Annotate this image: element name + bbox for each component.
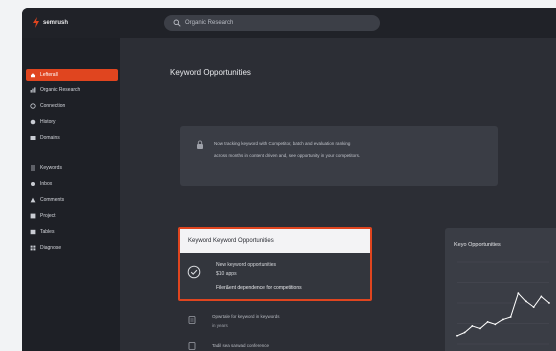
sidebar-item-comments[interactable]: Comments [26,194,118,206]
sidebar-item-label: Lefterall [40,72,58,78]
sidebar-item-label: Organic Research [40,87,81,93]
list-item-text: Tadil sea sarwad conference [212,343,270,348]
check-circle-icon [187,265,201,279]
chart-point [456,334,458,337]
line-chart [456,261,550,345]
main-content: Keyword Opportunities Now tracking keywo… [120,38,556,351]
home-icon [31,73,35,78]
chart-point [494,323,497,326]
globe-icon [30,136,36,140]
sidebar-item-label: Connection [40,103,66,109]
folder-icon [30,213,36,219]
sidebar-item-label: Inbox [40,181,53,187]
chart-point [479,327,481,330]
list-item-subtext: in years [212,323,228,328]
card-title: Keyword Keyword Opportunities [188,238,274,244]
logo-text: semrush [43,19,69,26]
key-icon [31,165,35,171]
chart-point [463,331,466,334]
chart-point [548,302,550,304]
link-icon [30,103,36,109]
chart-point [532,306,535,308]
inbox-icon [31,182,35,186]
chart-point [525,300,527,303]
sidebar-item-label: History [40,119,56,125]
sidebar-item-label: Project [40,213,56,219]
sidebar-item-keywords[interactable]: Keywords [26,162,118,174]
chart-point [540,295,543,298]
top-bar: semrush Organic Research [22,8,556,38]
document-icon [188,316,196,324]
app-window: semrush Organic Research Lefterall Organi… [22,8,556,351]
chart-point [502,318,504,321]
logo[interactable]: semrush [32,17,68,28]
sidebar-item-tables[interactable]: Tables [26,226,118,238]
card-text: $10 apps [216,271,237,277]
card-text: Filer&ent dependence for competitions [216,285,302,291]
chart-point [471,325,474,327]
chart-point [517,292,520,295]
page-title: Keyword Opportunities [170,68,251,77]
sidebar-item-label: Comments [40,197,65,203]
chart-point [486,320,489,323]
chart-panel: Keyo Opportunities [445,228,556,351]
lock-icon [197,140,203,149]
sidebar-item-project[interactable]: Project [26,210,118,222]
chart-series-line [456,292,550,337]
sidebar-item-organic-research[interactable]: Organic Research [26,84,118,96]
search-input[interactable]: Organic Research [164,15,380,31]
sidebar-item-label: Keywords [40,165,62,171]
document-icon [188,342,196,350]
highlighted-opportunity-card[interactable]: Keyword Keyword Opportunities New keywor… [178,227,372,301]
notice-text: across months in content driven and, see… [214,153,361,158]
sidebar-item-diagnose[interactable]: Diagnose [26,242,118,254]
chart-point [509,316,512,318]
table-icon [30,229,36,235]
sidebar-item-label: Diagnose [40,245,62,251]
sidebar-item-domains[interactable]: Domains [26,132,118,144]
logo-icon [33,17,39,28]
sidebar-item-connection[interactable]: Connection [26,100,118,112]
sidebar-item-inbox[interactable]: Inbox [26,178,118,190]
notice-banner: Now tracking keyword with Competitor, ba… [180,126,498,186]
notice-text: Now tracking keyword with Competitor, ba… [214,141,351,146]
card-header: Keyword Keyword Opportunities [180,229,370,253]
list-item-text: Opwrtale for keyword in keywords [212,314,280,319]
card-text: New keyword opportunities [216,262,277,268]
sidebar-item-lefterall[interactable]: Lefterall [26,69,118,81]
comment-icon [30,197,36,203]
chart-icon [30,87,36,93]
sidebar: Lefterall Organic Research Connection Histo… [22,38,120,351]
history-icon [30,119,36,125]
search-value: Organic Research [185,20,234,26]
sidebar-item-history[interactable]: History [26,116,118,128]
sidebar-item-label: Tables [40,229,55,235]
grid-icon [30,245,36,251]
sidebar-item-label: Domains [40,135,60,141]
search-icon [173,19,181,27]
